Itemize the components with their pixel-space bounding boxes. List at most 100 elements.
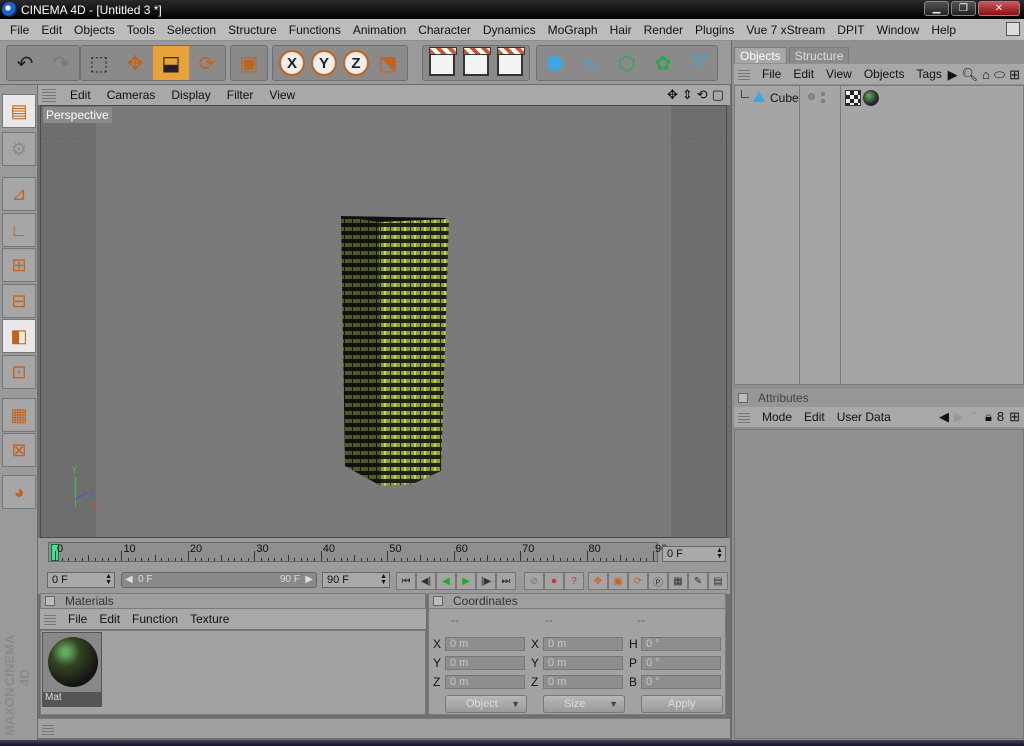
- z-axis-lock-button[interactable]: Z: [343, 50, 369, 76]
- size-z-field[interactable]: 0 m: [543, 675, 623, 689]
- tab-structure[interactable]: Structure: [788, 47, 850, 63]
- render-region-icon[interactable]: [463, 47, 491, 76]
- scale-icon[interactable]: ⬓: [153, 46, 189, 80]
- materials-menu-texture[interactable]: Texture: [184, 612, 235, 626]
- menu-selection[interactable]: Selection: [161, 23, 222, 37]
- viewport-menu-view[interactable]: View: [261, 88, 303, 102]
- materials-menu-file[interactable]: File: [62, 612, 93, 626]
- y-axis-lock-button[interactable]: Y: [311, 50, 337, 76]
- autokey-icon[interactable]: ⏺: [544, 572, 564, 590]
- size-y-field[interactable]: 0 m: [543, 656, 623, 670]
- rot-p-field[interactable]: 0 °: [641, 656, 721, 670]
- objects-grip-icon[interactable]: [738, 68, 750, 80]
- viewport-menu-filter[interactable]: Filter: [219, 88, 262, 102]
- home-icon[interactable]: ⌂: [982, 67, 990, 83]
- render-visibility-dot-icon[interactable]: [821, 92, 825, 96]
- orbit-icon[interactable]: ⟲: [697, 87, 708, 103]
- object-axis-tool-icon[interactable]: ⊿: [2, 177, 36, 211]
- key-pla-icon[interactable]: ▦: [668, 572, 688, 590]
- points-tool-icon[interactable]: ⊞: [2, 248, 36, 282]
- timeline-settings-icon[interactable]: ▤: [708, 572, 728, 590]
- render-settings-icon[interactable]: [497, 47, 525, 76]
- objects-menu-view[interactable]: View: [820, 67, 858, 81]
- key-parameter-icon[interactable]: Ⓟ: [648, 572, 668, 590]
- key-scale-icon[interactable]: ▣: [608, 572, 628, 590]
- menu-dynamics[interactable]: Dynamics: [477, 23, 542, 37]
- undo-icon[interactable]: ↶: [7, 46, 43, 80]
- menu-character[interactable]: Character: [412, 23, 477, 37]
- redo-icon[interactable]: ↷: [43, 46, 79, 80]
- record-keyframe-icon[interactable]: ⊘: [524, 572, 544, 590]
- start-frame-field[interactable]: 0 F ▲ ▼: [47, 572, 115, 588]
- menu-functions[interactable]: Functions: [283, 23, 347, 37]
- forward-arrow-icon[interactable]: ▶: [954, 409, 964, 425]
- menu-hair[interactable]: Hair: [604, 23, 638, 37]
- menu-animation[interactable]: Animation: [347, 23, 412, 37]
- pos-y-field[interactable]: 0 m: [445, 656, 525, 670]
- editor-visibility-dot-icon[interactable]: [808, 93, 815, 100]
- workplane-tool-icon[interactable]: ⊠: [2, 433, 36, 467]
- viewport-menu-cameras[interactable]: Cameras: [99, 88, 164, 102]
- menu-help[interactable]: Help: [925, 23, 962, 37]
- preview-range-slider[interactable]: ◀ 0 F 90 F ▶: [121, 572, 317, 588]
- recent-tool-icon[interactable]: ▣: [231, 46, 267, 80]
- rot-b-field[interactable]: 0 °: [641, 675, 721, 689]
- lock-icon[interactable]: 🔒︎: [985, 409, 992, 425]
- pan-icon[interactable]: ✥: [667, 87, 678, 103]
- menu-vue-xstream[interactable]: Vue 7 xStream: [740, 23, 831, 37]
- new-attributes-panel-icon[interactable]: ⊞: [1009, 409, 1020, 425]
- pos-z-field[interactable]: 0 m: [445, 675, 525, 689]
- close-button[interactable]: ✕: [978, 1, 1020, 16]
- menu-objects[interactable]: Objects: [68, 23, 121, 37]
- edges-tool-icon[interactable]: ⊟: [2, 284, 36, 318]
- live-selection-icon[interactable]: ⬚: [81, 46, 117, 80]
- size-x-field[interactable]: 0 m: [543, 637, 623, 651]
- x-axis-lock-button[interactable]: X: [279, 50, 305, 76]
- menu-plugins[interactable]: Plugins: [689, 23, 740, 37]
- current-frame-field[interactable]: 0 F ▲ ▼: [662, 546, 726, 562]
- objects-menu-objects[interactable]: Objects: [858, 67, 911, 81]
- attributes-menu-user-data[interactable]: User Data: [831, 410, 897, 424]
- more-menu-arrow-icon[interactable]: ▶: [948, 67, 958, 83]
- link-icon[interactable]: 8: [997, 409, 1004, 425]
- layout-corner-button[interactable]: [1006, 22, 1020, 36]
- new-panel-icon[interactable]: ⊞: [1009, 67, 1020, 83]
- up-arrow-icon[interactable]: ⌃: [969, 409, 980, 425]
- keyframe-selection-icon[interactable]: ?: [564, 572, 584, 590]
- material-tag-icon[interactable]: [863, 90, 879, 106]
- apply-button[interactable]: Apply: [641, 695, 723, 713]
- objects-menu-file[interactable]: File: [756, 67, 787, 81]
- previous-frame-icon[interactable]: ◀|: [416, 572, 436, 590]
- end-frame-field[interactable]: 90 F ▲ ▼: [322, 572, 390, 588]
- render-view-icon[interactable]: [429, 47, 457, 76]
- menu-structure[interactable]: Structure: [222, 23, 283, 37]
- rotate-icon[interactable]: ⟳: [189, 46, 225, 80]
- coordinate-system-icon[interactable]: ⬔: [375, 50, 401, 76]
- play-backward-icon[interactable]: ◀: [436, 572, 456, 590]
- materials-panel-checkbox[interactable]: [45, 596, 55, 606]
- maximize-button[interactable]: ❐: [951, 1, 976, 16]
- materials-menu-function[interactable]: Function: [126, 612, 184, 626]
- play-forward-icon[interactable]: ▶: [456, 572, 476, 590]
- back-arrow-icon[interactable]: ◀: [939, 409, 949, 425]
- menu-render[interactable]: Render: [638, 23, 689, 37]
- viewport-menu-edit[interactable]: Edit: [62, 88, 99, 102]
- key-position-icon[interactable]: ✥: [588, 572, 608, 590]
- menu-tools[interactable]: Tools: [121, 23, 161, 37]
- coordinate-mode-select[interactable]: Object ▼: [445, 695, 527, 713]
- 3d-viewport[interactable]: Perspective Y Z X: [40, 105, 727, 538]
- material-thumbnail[interactable]: Mat: [42, 632, 102, 707]
- go-to-start-icon[interactable]: ⏮: [396, 572, 416, 590]
- coordinates-panel-checkbox[interactable]: [433, 596, 443, 606]
- menu-edit[interactable]: Edit: [35, 23, 68, 37]
- size-mode-select[interactable]: Size ▼: [543, 695, 625, 713]
- cube-primitive-icon[interactable]: ⬢: [537, 46, 573, 80]
- rot-h-field[interactable]: 0 °: [641, 637, 721, 651]
- viewport-grip-icon[interactable]: [42, 88, 56, 102]
- soft-selection-icon[interactable]: ◕: [2, 475, 36, 509]
- materials-menu-edit[interactable]: Edit: [93, 612, 126, 626]
- use-model-tool-icon[interactable]: ▤: [2, 94, 36, 128]
- interpolation-icon[interactable]: ✎: [688, 572, 708, 590]
- menu-dpit[interactable]: DPIT: [831, 23, 870, 37]
- attributes-grip-icon[interactable]: [738, 411, 750, 423]
